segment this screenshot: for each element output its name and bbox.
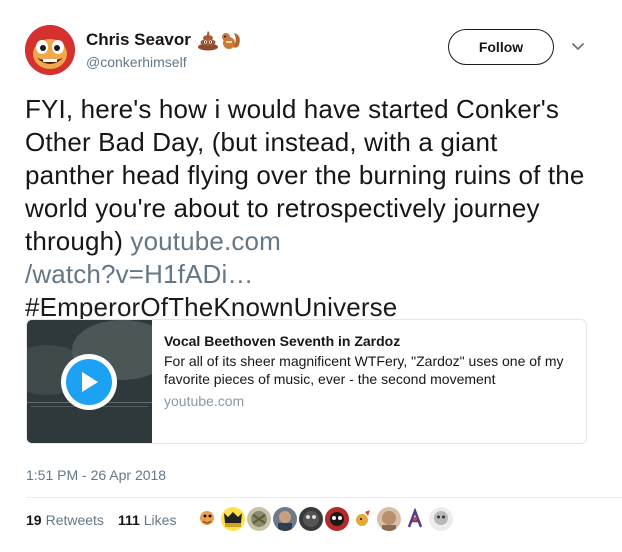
- tweet-text: FYI, here's how i would have started Con…: [25, 93, 590, 324]
- tweet-hashtag[interactable]: #EmperorOfTheKnownUniverse: [25, 292, 397, 322]
- retweets-stat[interactable]: 19 Retweets: [26, 512, 104, 528]
- name-emojis: [197, 29, 242, 51]
- liker-avatar-2[interactable]: [221, 507, 245, 531]
- retweets-label[interactable]: Retweets: [46, 512, 104, 528]
- link-card[interactable]: Vocal Beethoven Seventh in Zardoz For al…: [26, 319, 587, 444]
- tweet-stats: 19 Retweets 111 Likes: [26, 510, 176, 530]
- tweet-timestamp[interactable]: 1:51 PM - 26 Apr 2018: [26, 467, 166, 483]
- play-icon[interactable]: [66, 359, 112, 405]
- liker-avatar-1[interactable]: [195, 507, 219, 531]
- liker-avatar-6[interactable]: [325, 507, 349, 531]
- display-name-text[interactable]: Chris Seavor: [86, 30, 191, 50]
- tweet-link-domain[interactable]: youtube.com: [130, 226, 281, 256]
- likes-count[interactable]: 111: [118, 512, 140, 528]
- card-thumbnail[interactable]: [27, 320, 152, 443]
- liker-avatar-9[interactable]: [403, 507, 427, 531]
- liker-avatar-3[interactable]: [247, 507, 271, 531]
- tweet-link-path[interactable]: /watch?v=H1fADi…: [25, 259, 254, 289]
- author-avatar[interactable]: [25, 25, 75, 75]
- author-handle[interactable]: @conkerhimself: [86, 54, 242, 70]
- liker-avatar-5[interactable]: [299, 507, 323, 531]
- tweet-header: Chris Seavor @conkerhimself Follow: [25, 22, 602, 78]
- liker-avatar-7[interactable]: [351, 507, 375, 531]
- card-description: For all of its sheer magnificent WTFery,…: [164, 353, 564, 387]
- liker-avatar-10[interactable]: [429, 507, 453, 531]
- chipmunk-icon: [221, 33, 240, 49]
- card-domain: youtube.com: [164, 393, 245, 409]
- likes-label[interactable]: Likes: [144, 512, 177, 528]
- pile-of-poo-icon: [197, 31, 218, 51]
- retweets-count[interactable]: 19: [26, 512, 42, 528]
- likes-stat[interactable]: 111 Likes: [118, 512, 177, 528]
- play-button[interactable]: [61, 354, 117, 410]
- card-body: Vocal Beethoven Seventh in Zardoz For al…: [164, 332, 574, 410]
- chevron-down-icon[interactable]: [570, 40, 586, 54]
- liker-avatar-8[interactable]: [377, 507, 401, 531]
- follow-button[interactable]: Follow: [448, 29, 554, 65]
- author-display-name[interactable]: Chris Seavor: [86, 29, 242, 51]
- divider: [26, 497, 622, 498]
- card-title[interactable]: Vocal Beethoven Seventh in Zardoz: [164, 332, 574, 350]
- author-names: Chris Seavor @conkerhimself: [86, 29, 242, 70]
- tweet-body: FYI, here's how i would have started Con…: [25, 94, 585, 256]
- liker-avatar-4[interactable]: [273, 507, 297, 531]
- liker-avatars: [195, 507, 453, 531]
